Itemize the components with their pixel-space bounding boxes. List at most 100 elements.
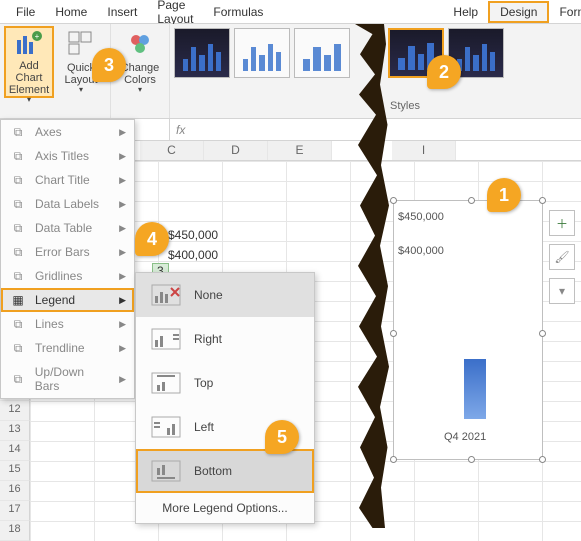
menu-item-data-labels[interactable]: ⧉Data Labels▶ bbox=[1, 192, 134, 216]
add-chart-element-button[interactable]: + Add Chart Element bbox=[4, 26, 54, 98]
change-colors-icon bbox=[124, 28, 156, 60]
menu-item-gridlines[interactable]: ⧉Gridlines▶ bbox=[1, 264, 134, 288]
chart-x-label: Q4 2021 bbox=[444, 431, 486, 443]
axis-titles-icon: ⧉ bbox=[9, 149, 27, 163]
chart-style-1[interactable] bbox=[174, 28, 230, 78]
legend-bottom-label: Bottom bbox=[194, 464, 232, 478]
submenu-arrow-icon: ▶ bbox=[119, 151, 126, 162]
callout-1: 1 bbox=[487, 178, 521, 212]
chart-styles-button[interactable]: 🖌 bbox=[549, 244, 575, 270]
submenu-arrow-icon: ▶ bbox=[119, 175, 126, 186]
row-header[interactable]: 17 bbox=[0, 501, 30, 521]
legend-none-label: None bbox=[194, 288, 223, 302]
data-labels-icon: ⧉ bbox=[9, 197, 27, 211]
row-header[interactable]: 12 bbox=[0, 401, 30, 421]
dropdown-arrow-icon bbox=[27, 96, 31, 105]
legend-option-none[interactable]: None bbox=[136, 273, 314, 317]
chart-style-3[interactable] bbox=[294, 28, 350, 78]
tab-insert[interactable]: Insert bbox=[97, 2, 147, 22]
column-header[interactable]: D bbox=[204, 141, 268, 160]
cell-value: $400,000 bbox=[168, 248, 218, 262]
submenu-arrow-icon: ▶ bbox=[119, 319, 126, 330]
menu-item-lines[interactable]: ⧉Lines▶ bbox=[1, 312, 134, 336]
add-chart-element-menu: ⧉Axes▶ ⧉Axis Titles▶ ⧉Chart Title▶ ⧉Data… bbox=[0, 119, 135, 399]
cell-value: $450,000 bbox=[168, 228, 218, 242]
chart-styles-label: Styles bbox=[390, 100, 420, 112]
y-tick-label: $450,000 bbox=[398, 211, 444, 223]
funnel-icon: ▾ bbox=[559, 284, 565, 298]
chart-bar bbox=[464, 359, 486, 419]
dropdown-arrow-icon bbox=[138, 86, 142, 95]
ribbon: + Add Chart Element Quick Layout Change … bbox=[0, 24, 581, 119]
tab-format[interactable]: Format bbox=[549, 2, 581, 22]
chart-y-axis: $450,000 $400,000 bbox=[398, 211, 444, 257]
tab-file[interactable]: File bbox=[6, 2, 45, 22]
trendline-icon: ⧉ bbox=[9, 341, 27, 355]
tab-formulas[interactable]: Formulas bbox=[203, 2, 273, 22]
submenu-arrow-icon: ▶ bbox=[119, 295, 126, 306]
column-header[interactable]: E bbox=[268, 141, 332, 160]
brush-icon: 🖌 bbox=[554, 250, 569, 264]
submenu-arrow-icon: ▶ bbox=[119, 247, 126, 258]
svg-text:+: + bbox=[35, 32, 40, 41]
row-header[interactable]: 16 bbox=[0, 481, 30, 501]
tab-help[interactable]: Help bbox=[443, 2, 488, 22]
legend-left-icon bbox=[150, 415, 182, 439]
chart-style-2[interactable] bbox=[234, 28, 290, 78]
legend-submenu: None Right Top Left Bottom More Legend O… bbox=[135, 272, 315, 524]
y-tick-label: $400,000 bbox=[398, 245, 444, 257]
menu-item-updown-bars[interactable]: ⧉Up/Down Bars▶ bbox=[1, 360, 134, 398]
legend-top-icon bbox=[150, 371, 182, 395]
row-header[interactable]: 13 bbox=[0, 421, 30, 441]
menu-item-chart-title[interactable]: ⧉Chart Title▶ bbox=[1, 168, 134, 192]
legend-option-right[interactable]: Right bbox=[136, 317, 314, 361]
tab-home[interactable]: Home bbox=[45, 2, 97, 22]
menu-item-axes[interactable]: ⧉Axes▶ bbox=[1, 120, 134, 144]
updown-bars-icon: ⧉ bbox=[9, 372, 27, 386]
submenu-arrow-icon: ▶ bbox=[119, 199, 126, 210]
callout-5: 5 bbox=[265, 420, 299, 454]
submenu-arrow-icon: ▶ bbox=[119, 374, 126, 385]
row-header[interactable]: 14 bbox=[0, 441, 30, 461]
row-header[interactable]: 18 bbox=[0, 521, 30, 541]
chart-elements-button[interactable]: ＋ bbox=[549, 210, 575, 236]
data-table-icon: ⧉ bbox=[9, 221, 27, 235]
legend-top-label: Top bbox=[194, 376, 213, 390]
tab-design[interactable]: Design bbox=[488, 1, 549, 23]
menu-item-trendline[interactable]: ⧉Trendline▶ bbox=[1, 336, 134, 360]
legend-right-icon bbox=[150, 327, 182, 351]
callout-4: 4 bbox=[135, 222, 169, 256]
legend-option-bottom[interactable]: Bottom bbox=[136, 449, 314, 493]
plus-icon: ＋ bbox=[556, 215, 568, 232]
quick-layout-icon bbox=[65, 28, 97, 60]
legend-icon: ▦ bbox=[9, 293, 27, 307]
axes-icon: ⧉ bbox=[9, 125, 27, 139]
legend-left-label: Left bbox=[194, 420, 214, 434]
chart-side-buttons: ＋ 🖌 ▾ bbox=[549, 210, 575, 304]
row-header[interactable]: 15 bbox=[0, 461, 30, 481]
legend-none-icon bbox=[150, 283, 182, 307]
submenu-arrow-icon: ▶ bbox=[119, 343, 126, 354]
ribbon-tabs: File Home Insert Page Layout Formulas He… bbox=[0, 0, 581, 24]
menu-item-axis-titles[interactable]: ⧉Axis Titles▶ bbox=[1, 144, 134, 168]
callout-3: 3 bbox=[92, 48, 126, 82]
column-header[interactable]: C bbox=[140, 141, 204, 160]
error-bars-icon: ⧉ bbox=[9, 245, 27, 259]
chart-filters-button[interactable]: ▾ bbox=[549, 278, 575, 304]
fx-icon[interactable]: fx bbox=[170, 123, 191, 137]
embedded-chart[interactable]: $450,000 $400,000 Q4 2021 bbox=[393, 200, 543, 460]
menu-item-legend[interactable]: ▦Legend▶ bbox=[1, 288, 134, 312]
submenu-arrow-icon: ▶ bbox=[119, 271, 126, 282]
legend-right-label: Right bbox=[194, 332, 222, 346]
column-header[interactable]: I bbox=[392, 141, 456, 160]
gridlines-icon: ⧉ bbox=[9, 269, 27, 283]
legend-option-top[interactable]: Top bbox=[136, 361, 314, 405]
legend-more-options[interactable]: More Legend Options... bbox=[136, 493, 314, 523]
legend-bottom-icon bbox=[150, 459, 182, 483]
menu-item-error-bars[interactable]: ⧉Error Bars▶ bbox=[1, 240, 134, 264]
add-chart-element-icon: + bbox=[13, 30, 45, 58]
callout-2: 2 bbox=[427, 55, 461, 89]
menu-item-data-table[interactable]: ⧉Data Table▶ bbox=[1, 216, 134, 240]
lines-icon: ⧉ bbox=[9, 317, 27, 331]
dropdown-arrow-icon bbox=[79, 86, 83, 95]
